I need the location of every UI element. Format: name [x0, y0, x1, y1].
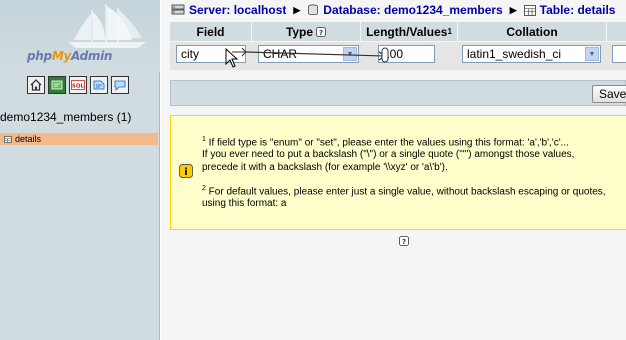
help-icon[interactable]: [111, 76, 129, 94]
sidebar-item-label: details: [15, 134, 42, 144]
svg-text:?: ?: [319, 29, 323, 37]
svg-text:?: ?: [402, 238, 406, 246]
drag-arrow-annotation: [232, 47, 389, 63]
docs-icon[interactable]: [90, 76, 108, 94]
svg-text:SQL: SQL: [72, 84, 85, 90]
attributes-select[interactable]: [612, 45, 626, 63]
query-window-icon[interactable]: [48, 76, 66, 94]
sql-icon[interactable]: SQL: [69, 76, 87, 94]
notice-line: 2 For default values, please enter just …: [202, 185, 606, 198]
breadcrumb: Server: localhost ▶ Database: demo1234_m…: [171, 3, 615, 17]
navigation-frame: phpMyAdmin SQL demo1234_members (1) deta…: [0, 0, 160, 340]
collation-select[interactable]: latin1_swedish_ci ▼: [462, 45, 601, 63]
save-button[interactable]: Save: [592, 85, 626, 103]
save-bar: Save: [170, 80, 626, 106]
logo-text: phpMyAdmin: [27, 49, 113, 63]
notice-box: i 1 If field type is "enum" or "set", pl…: [170, 115, 626, 230]
table-icon: [523, 4, 536, 16]
column-header-collation: Collation: [458, 22, 606, 41]
table-icon: [4, 135, 12, 143]
help-icon[interactable]: ?: [399, 236, 409, 246]
breadcrumb-separator-icon: ▶: [509, 4, 517, 15]
warning-icon: i: [179, 164, 193, 178]
chevron-down-icon: ▼: [585, 47, 599, 61]
database-name-link[interactable]: demo1234_members (1): [0, 110, 131, 124]
breadcrumb-database[interactable]: Database: demo1234_members: [323, 3, 502, 17]
column-header-length: Length/Values 1: [361, 22, 457, 41]
notice-line: precede it with a backslash (for example…: [202, 162, 448, 173]
nav-icon-bar: SQL: [27, 76, 129, 94]
phpmyadmin-logo[interactable]: phpMyAdmin: [0, 0, 160, 72]
notice-line: using this format: a: [202, 198, 287, 209]
breadcrumb-table[interactable]: Table: details: [540, 3, 616, 17]
notice-line: 1 If field type is "enum" or "set", plea…: [202, 136, 569, 149]
svg-text:i: i: [184, 167, 187, 178]
mouse-pointer-icon: [225, 48, 239, 68]
sidebar-item-details[interactable]: details: [0, 133, 158, 145]
database-icon: [308, 4, 319, 15]
column-header-type: Type ?: [252, 22, 360, 41]
home-icon[interactable]: [27, 76, 45, 94]
breadcrumb-separator-icon: ▶: [293, 4, 301, 15]
column-header-more: [607, 22, 626, 41]
help-icon[interactable]: ?: [316, 26, 326, 37]
column-header-field: Field: [170, 22, 251, 41]
server-icon: [171, 4, 185, 15]
notice-line: If you ever need to put a backslash ("\"…: [202, 149, 575, 160]
sailboat-logo-icon: [68, 4, 146, 48]
breadcrumb-server[interactable]: Server: localhost: [189, 3, 286, 17]
